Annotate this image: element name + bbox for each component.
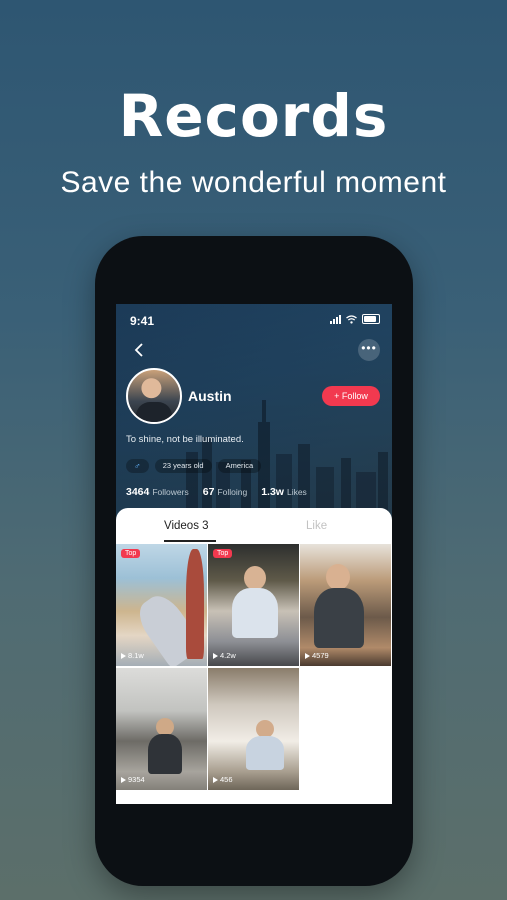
location-tag: America [217,459,262,473]
following-stat[interactable]: 67 Folloing [203,486,247,498]
play-count: 4579 [305,651,329,660]
play-count: 456 [213,775,233,784]
likes-stat: 1.3w Likes [261,486,307,498]
top-badge: Top [121,549,141,558]
age-tag: 23 years old [154,459,212,473]
tab-like[interactable]: Like [306,520,327,532]
video-thumbnail[interactable]: Top 4.2w [208,544,299,666]
video-thumbnail[interactable]: 9354 [116,668,207,790]
status-time: 9:41 [130,314,155,328]
profile-tags: ♂ 23 years old America [126,459,262,473]
active-tab-indicator [164,540,216,542]
headline: Records [118,82,389,150]
play-icon [121,776,126,783]
subheadline: Save the wonderful moment [60,166,447,199]
tab-videos[interactable]: Videos 3 [164,520,209,532]
video-thumbnail[interactable]: Top 8.1w [116,544,207,666]
play-icon [121,652,126,659]
profile-name: Austin [188,388,232,404]
follow-button[interactable]: + Follow [322,386,380,406]
play-count: 9354 [121,775,145,784]
phone-screen: 9:41 ••• Austin + Follow To shine, not b… [116,304,392,804]
video-thumbnail[interactable]: 4579 [300,544,391,666]
status-icons [330,314,380,324]
top-badge: Top [213,549,233,558]
battery-icon [362,314,380,324]
play-count: 8.1w [121,651,144,660]
play-count: 4.2w [213,651,236,660]
play-icon [213,652,218,659]
content-tabs: Videos 3 Like [116,508,392,544]
profile-bio: To shine, not be illuminated. [126,434,244,445]
back-icon[interactable] [128,340,150,362]
play-icon [213,776,218,783]
profile-header: 9:41 ••• Austin + Follow To shine, not b… [116,304,392,522]
avatar[interactable] [126,368,182,424]
followers-stat[interactable]: 3464 Followers [126,486,189,498]
more-options-icon[interactable]: ••• [358,339,380,361]
signal-icon [330,314,341,324]
play-icon [305,652,310,659]
profile-stats: 3464 Followers 67 Folloing 1.3w Likes [126,486,307,498]
video-thumbnail[interactable]: 456 [208,668,299,790]
wifi-icon [346,314,357,324]
gender-male-icon: ♂ [126,459,149,473]
